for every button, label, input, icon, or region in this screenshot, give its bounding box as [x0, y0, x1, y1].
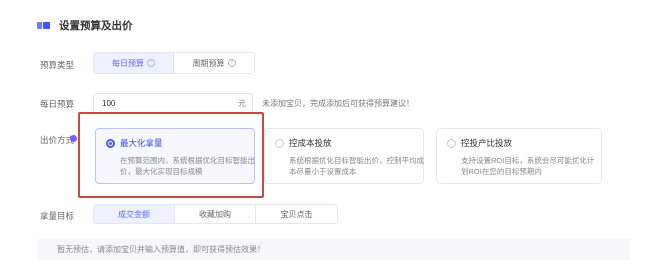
section-title-text: 设置预算及出价: [59, 20, 133, 32]
budget-type-period-label: 周期预算: [192, 58, 225, 68]
bid-method-label: 出价方式: [40, 135, 75, 145]
section-title: 设置预算及出价: [37, 18, 133, 33]
radio-icon[interactable]: [447, 138, 456, 148]
target-toggle: 成交金额 收藏加购 宝贝点击: [93, 204, 338, 224]
help-icon[interactable]: ?: [227, 59, 236, 67]
bid-card-max-volume[interactable]: 最大化拿量 在预算范围内，系统根据优化目标智能出价，最大化实现目标规模: [95, 128, 255, 184]
budget-type-label: 预算类型: [40, 60, 75, 70]
budget-type-toggle: 每日预算 ? 周期预算 ?: [93, 52, 255, 74]
help-icon[interactable]: ?: [147, 59, 155, 67]
bid-card-title: 控成本投放: [289, 138, 332, 148]
bid-card-cost-control[interactable]: 控成本投放 系统根据优化目标智能出价，控制平均成本尽量小于设置成本: [264, 128, 424, 184]
budget-hint: 未添加宝贝，完成添加后可获得预算建议！: [262, 99, 414, 108]
daily-budget-value[interactable]: 100: [102, 99, 115, 108]
target-option-collect-cart[interactable]: 收藏加购: [175, 205, 256, 223]
radio-icon[interactable]: [275, 138, 284, 148]
radio-checked-icon[interactable]: [106, 138, 115, 148]
bid-card-desc: 在预算范围内，系统根据优化目标智能出价，最大化实现目标规模: [120, 156, 255, 176]
budget-type-daily-option[interactable]: 每日预算 ?: [94, 53, 174, 73]
budget-type-period-option[interactable]: 周期预算 ?: [174, 53, 254, 73]
daily-budget-label: 每日预算: [40, 99, 75, 109]
daily-budget-input[interactable]: 100 元: [93, 93, 253, 113]
estimate-notice: 暂无预估，请添加宝贝并输入预算值，即可获得预估效果！: [37, 239, 630, 260]
bid-card-roi-control[interactable]: 控投产比投放 支持设置ROI目标，系统会尽可能优化计划ROI在您的目标预期内: [436, 128, 602, 184]
bid-card-desc: 支持设置ROI目标，系统会尽可能优化计划ROI在您的目标预期内: [461, 156, 595, 176]
help-icon[interactable]: [70, 135, 77, 142]
section-flag-icon: [37, 20, 51, 31]
target-option-click[interactable]: 宝贝点击: [256, 205, 337, 223]
bid-card-desc: 系统根据优化目标智能出价，控制平均成本尽量小于设置成本: [289, 156, 424, 176]
bid-card-title: 最大化拿量: [120, 138, 163, 148]
target-option-gmv[interactable]: 成交金额: [94, 205, 175, 223]
bid-card-title: 控投产比投放: [461, 138, 513, 148]
daily-budget-unit: 元: [238, 98, 246, 108]
budget-type-daily-label: 每日预算: [112, 58, 144, 68]
target-label: 拿量目标: [40, 211, 75, 221]
